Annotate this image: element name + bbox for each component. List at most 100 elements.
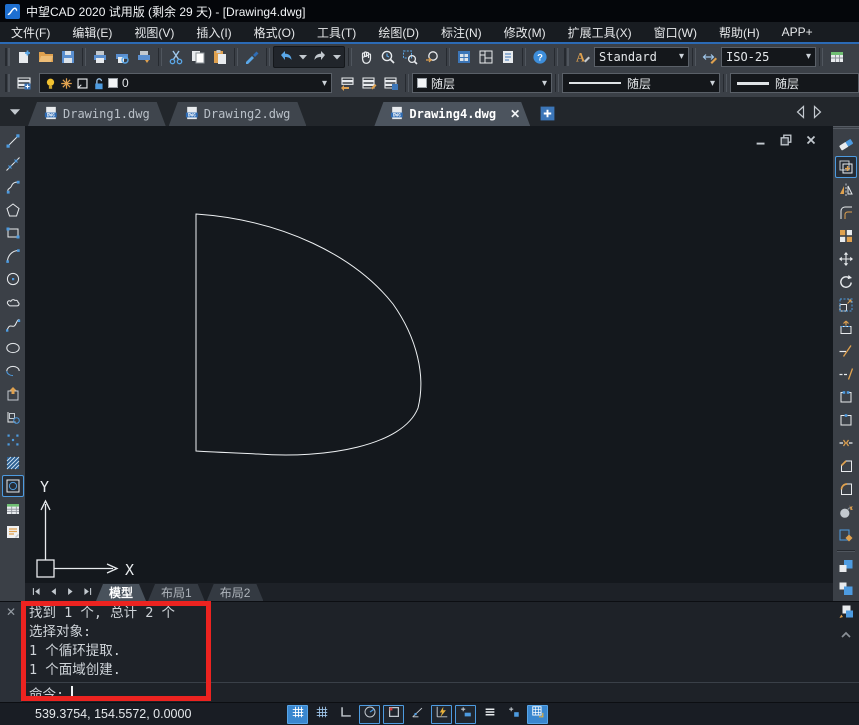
menu-item-帮助H[interactable]: 帮助(H) — [708, 22, 771, 43]
otrack-toggle[interactable] — [407, 705, 428, 724]
status-menu-toggle[interactable] — [479, 705, 500, 724]
new-button[interactable] — [13, 46, 35, 68]
layout-tab-模型[interactable]: 模型 — [96, 584, 146, 601]
properties-palette-button[interactable] — [453, 46, 475, 68]
copy-button[interactable] — [835, 156, 857, 178]
workspace-switch-toggle[interactable] — [527, 704, 548, 724]
close-button[interactable] — [803, 133, 819, 147]
menu-item-修改M[interactable]: 修改(M) — [493, 22, 557, 43]
extend-button[interactable] — [835, 363, 857, 385]
menu-item-扩展工具X[interactable]: 扩展工具(X) — [557, 22, 643, 43]
zoom-window-button[interactable] — [399, 46, 421, 68]
rotate-button[interactable] — [835, 271, 857, 293]
document-tab-Drawing2.dwg[interactable]: DWG Drawing2.dwg — [169, 102, 307, 126]
menu-item-编辑E[interactable]: 编辑(E) — [61, 22, 123, 43]
text-style-combo[interactable]: Standard ▾ — [594, 46, 689, 67]
snap-toggle[interactable] — [287, 704, 308, 724]
plot-button[interactable] — [89, 46, 111, 68]
layer-previous-button[interactable] — [336, 72, 358, 94]
spline-button[interactable] — [2, 314, 24, 336]
dim-style-combo[interactable]: ISO-25 ▾ — [721, 46, 816, 67]
tab-scroll-right-button[interactable] — [809, 101, 825, 123]
layer-freeze-sun-icon[interactable] — [60, 77, 76, 90]
ortho-toggle[interactable] — [335, 705, 356, 724]
linetype-combo[interactable]: 随层 ▾ — [562, 73, 720, 93]
draw-order-front-button[interactable] — [835, 555, 857, 577]
pan-button[interactable] — [355, 46, 377, 68]
polyline-button[interactable] — [2, 176, 24, 198]
menu-item-文件F[interactable]: 文件(F) — [0, 22, 61, 43]
ellipse-arc-button[interactable] — [2, 360, 24, 382]
zoom-previous-button[interactable] — [421, 46, 443, 68]
region-button[interactable] — [1, 475, 24, 497]
lineweight-display-toggle[interactable] — [455, 704, 476, 724]
cut-button[interactable] — [165, 46, 187, 68]
zoom-realtime-button[interactable] — [377, 46, 399, 68]
layout-tab-布局2[interactable]: 布局2 — [207, 584, 264, 601]
match-properties-button[interactable] — [241, 46, 263, 68]
menu-item-绘图D[interactable]: 绘图(D) — [367, 22, 430, 43]
document-tab-Drawing4.dwg[interactable]: DWG Drawing4.dwg ✕ — [374, 102, 530, 126]
join-button[interactable] — [835, 432, 857, 454]
stretch-button[interactable] — [835, 317, 857, 339]
menu-item-标注N[interactable]: 标注(N) — [430, 22, 493, 43]
undo-dropdown-button[interactable] — [297, 46, 309, 68]
menu-item-窗口W[interactable]: 窗口(W) — [643, 22, 708, 43]
trim-button[interactable] — [835, 340, 857, 362]
make-block-button[interactable] — [2, 406, 24, 428]
minimize-button[interactable] — [753, 133, 769, 147]
selection-cycling-toggle[interactable] — [503, 705, 524, 724]
layout-nav-previous-button[interactable] — [45, 585, 61, 600]
plot-preview-button[interactable] — [111, 46, 133, 68]
layer-isolate-button[interactable] — [380, 72, 402, 94]
construction-line-button[interactable] — [2, 153, 24, 175]
drawing-canvas[interactable]: Y X 模型 布局1 布局2 — [25, 126, 833, 601]
circle-button[interactable] — [2, 268, 24, 290]
explode-button[interactable] — [835, 501, 857, 523]
help-button[interactable]: ? — [529, 46, 551, 68]
osnap-toggle[interactable] — [383, 704, 404, 724]
grid-toggle[interactable] — [311, 705, 332, 724]
polygon-button[interactable] — [2, 199, 24, 221]
break-button[interactable] — [835, 386, 857, 408]
rectangle-button[interactable] — [2, 222, 24, 244]
layer-on-bulb-icon[interactable] — [44, 77, 60, 90]
publish-button[interactable] — [133, 46, 155, 68]
dim-style-button[interactable] — [699, 46, 721, 68]
hatch-button[interactable] — [2, 452, 24, 474]
line-button[interactable] — [2, 130, 24, 152]
insert-block-button[interactable] — [2, 383, 24, 405]
table-style-button[interactable] — [826, 46, 848, 68]
layout-nav-first-button[interactable] — [28, 585, 44, 600]
mirror-button[interactable] — [835, 179, 857, 201]
menu-item-工具T[interactable]: 工具(T) — [306, 22, 367, 43]
scale-button[interactable] — [835, 294, 857, 316]
revision-cloud-button[interactable] — [2, 291, 24, 313]
break-at-point-button[interactable] — [835, 409, 857, 431]
polar-toggle[interactable] — [359, 704, 380, 724]
restore-button[interactable] — [778, 133, 794, 147]
tab-scroll-left-button[interactable] — [793, 101, 809, 123]
command-close-icon[interactable]: ✕ — [6, 606, 16, 702]
layout-nav-last-button[interactable] — [79, 585, 95, 600]
layer-combo[interactable]: 0 ▾ — [39, 73, 332, 93]
layer-properties-button[interactable] — [13, 72, 35, 94]
color-combo[interactable]: 随层 ▾ — [412, 73, 552, 93]
region-d-shape[interactable] — [25, 126, 833, 583]
erase-button[interactable] — [835, 133, 857, 155]
point-button[interactable] — [2, 429, 24, 451]
new-tab-button[interactable] — [537, 103, 557, 123]
mtext-button[interactable] — [2, 521, 24, 543]
ellipse-button[interactable] — [2, 337, 24, 359]
sheet-set-button[interactable] — [497, 46, 519, 68]
menu-item-插入I[interactable]: 插入(I) — [185, 22, 242, 43]
array-button[interactable] — [835, 225, 857, 247]
document-tab-Drawing1.dwg[interactable]: DWG Drawing1.dwg — [28, 102, 166, 126]
dynamic-input-toggle[interactable] — [431, 704, 452, 724]
fillet-button[interactable] — [835, 478, 857, 500]
draw-order-back-button[interactable] — [835, 578, 857, 600]
layer-plot-icon[interactable] — [76, 77, 92, 90]
layer-states-button[interactable] — [358, 72, 380, 94]
save-button[interactable] — [57, 46, 79, 68]
menu-item-视图V[interactable]: 视图(V) — [123, 22, 185, 43]
